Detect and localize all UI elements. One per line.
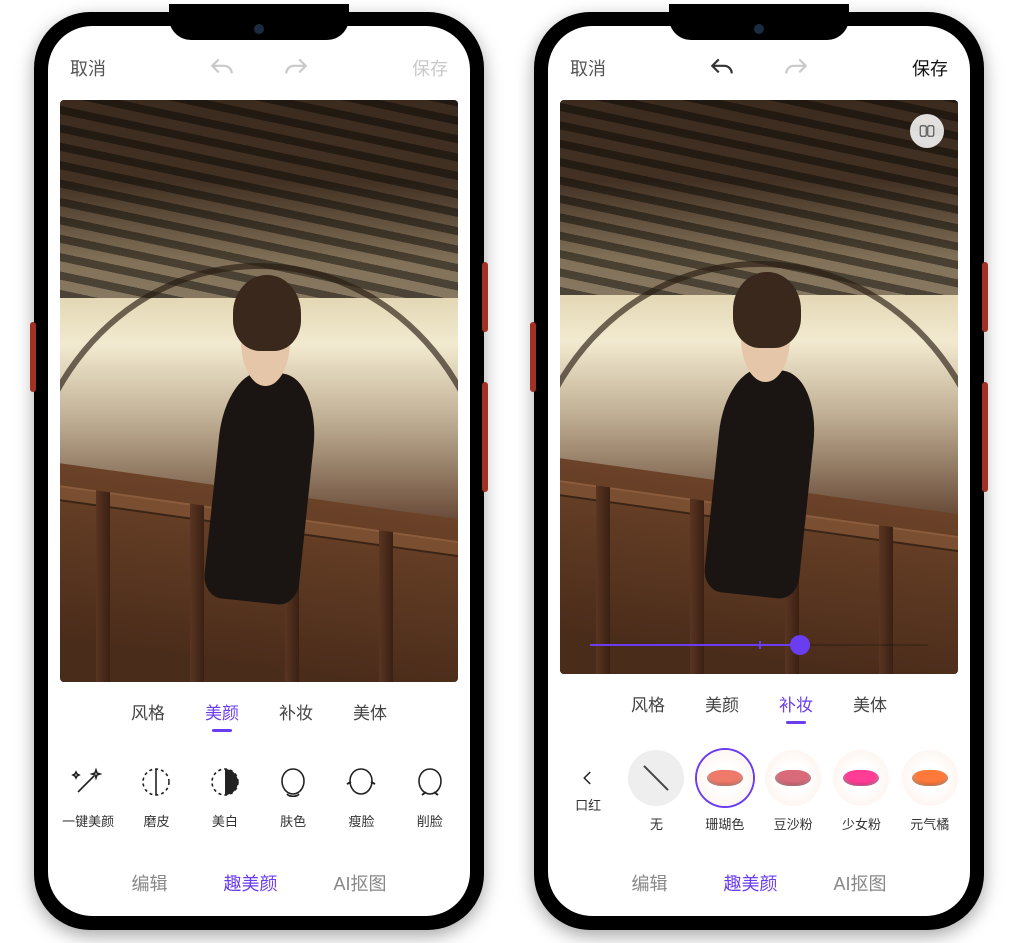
beauty-subtabs: 风格 美颜 补妆 美体 bbox=[48, 682, 470, 740]
bottom-tabs: 编辑 趣美颜 AI抠图 bbox=[548, 850, 970, 916]
lip-swatch-icon bbox=[697, 750, 753, 806]
undo-icon[interactable] bbox=[209, 55, 235, 81]
tool-label: 美白 bbox=[212, 811, 238, 830]
bottom-tab-ai-cutout[interactable]: AI抠图 bbox=[333, 870, 386, 896]
bottom-tabs: 编辑 趣美颜 AI抠图 bbox=[48, 850, 470, 916]
phone-notch bbox=[169, 4, 349, 40]
redo-icon[interactable] bbox=[283, 55, 309, 81]
lipstick-label: 无 bbox=[650, 814, 663, 833]
screen-left: 取消 保存 风格 美颜 补妆 美体 bbox=[48, 26, 470, 916]
lipstick-bean[interactable]: 豆沙粉 bbox=[759, 750, 827, 833]
jaw-icon bbox=[409, 761, 451, 803]
lipstick-girl-pink[interactable]: 少女粉 bbox=[827, 750, 895, 833]
photo-preview[interactable] bbox=[60, 100, 458, 682]
whiten-icon bbox=[204, 761, 246, 803]
lipstick-orange[interactable]: 元气橘 bbox=[896, 750, 964, 833]
tool-label: 削脸 bbox=[417, 811, 443, 830]
lip-swatch-icon bbox=[765, 750, 821, 806]
phone-notch bbox=[669, 4, 849, 40]
smooth-icon bbox=[135, 761, 177, 803]
lipstick-label: 豆沙粉 bbox=[774, 814, 813, 833]
undo-icon[interactable] bbox=[709, 55, 735, 81]
cancel-button[interactable]: 取消 bbox=[70, 55, 106, 81]
tool-skin-tone[interactable]: 肤色 bbox=[259, 761, 327, 830]
power-button bbox=[982, 262, 988, 332]
lipstick-coral[interactable]: 珊瑚色 bbox=[691, 750, 759, 833]
bottom-tab-ai-cutout[interactable]: AI抠图 bbox=[833, 870, 886, 896]
tool-label: 磨皮 bbox=[143, 811, 169, 830]
undo-redo-group bbox=[709, 55, 809, 81]
subtab-body[interactable]: 美体 bbox=[853, 691, 887, 716]
cancel-button[interactable]: 取消 bbox=[570, 55, 606, 81]
lipstick-back[interactable]: 口红 bbox=[554, 769, 622, 814]
bottom-tab-edit[interactable]: 编辑 bbox=[131, 870, 167, 896]
slider-track bbox=[590, 644, 928, 646]
volume-button bbox=[482, 382, 488, 492]
save-button[interactable]: 保存 bbox=[912, 55, 948, 81]
save-button[interactable]: 保存 bbox=[412, 55, 448, 81]
screen-right: 取消 保存 bbox=[548, 26, 970, 916]
tool-slim-face[interactable]: 瘦脸 bbox=[327, 761, 395, 830]
lip-swatch-icon bbox=[833, 750, 889, 806]
photo-preview[interactable] bbox=[560, 100, 958, 674]
tool-label: 一键美颜 bbox=[62, 811, 114, 830]
subtab-body[interactable]: 美体 bbox=[353, 699, 387, 724]
magic-wand-icon bbox=[67, 761, 109, 803]
subtab-beauty[interactable]: 美颜 bbox=[205, 699, 239, 724]
subtab-style[interactable]: 风格 bbox=[131, 699, 165, 724]
beauty-subtabs: 风格 美颜 补妆 美体 bbox=[548, 674, 970, 732]
subtab-beauty[interactable]: 美颜 bbox=[705, 691, 739, 716]
skin-tone-icon bbox=[272, 761, 314, 803]
tool-whiten[interactable]: 美白 bbox=[191, 761, 259, 830]
tool-jaw[interactable]: 削脸 bbox=[396, 761, 464, 830]
compare-icon bbox=[918, 122, 936, 140]
side-button bbox=[530, 322, 536, 392]
side-button bbox=[30, 322, 36, 392]
chevron-left-icon bbox=[567, 769, 609, 787]
lipstick-none[interactable]: 无 bbox=[622, 750, 690, 833]
back-category-label: 口红 bbox=[575, 795, 601, 814]
lip-swatch-icon bbox=[902, 750, 958, 806]
phone-mockup-left: 取消 保存 风格 美颜 补妆 美体 bbox=[34, 12, 484, 930]
intensity-slider[interactable] bbox=[560, 616, 958, 674]
redo-icon[interactable] bbox=[783, 55, 809, 81]
bottom-tab-beauty[interactable]: 趣美颜 bbox=[223, 870, 277, 896]
bottom-tab-beauty[interactable]: 趣美颜 bbox=[723, 870, 777, 896]
compare-toggle[interactable] bbox=[910, 114, 944, 148]
tool-label: 瘦脸 bbox=[348, 811, 374, 830]
subtab-makeup[interactable]: 补妆 bbox=[279, 699, 313, 724]
tool-auto-beauty[interactable]: 一键美颜 bbox=[54, 761, 122, 830]
lipstick-label: 珊瑚色 bbox=[705, 814, 744, 833]
lipstick-label: 元气橘 bbox=[910, 814, 949, 833]
subtab-style[interactable]: 风格 bbox=[631, 691, 665, 716]
phone-mockup-right: 取消 保存 bbox=[534, 12, 984, 930]
top-bar: 取消 保存 bbox=[548, 36, 970, 100]
subtab-makeup[interactable]: 补妆 bbox=[779, 691, 813, 716]
power-button bbox=[482, 262, 488, 332]
top-bar: 取消 保存 bbox=[48, 36, 470, 100]
tool-label: 肤色 bbox=[280, 811, 306, 830]
bottom-tab-edit[interactable]: 编辑 bbox=[631, 870, 667, 896]
none-icon bbox=[628, 750, 684, 806]
tool-smooth[interactable]: 磨皮 bbox=[122, 761, 190, 830]
undo-redo-group bbox=[209, 55, 309, 81]
lipstick-row: 口红 无 珊瑚色 豆沙粉 少女粉 bbox=[548, 732, 970, 850]
volume-button bbox=[982, 382, 988, 492]
slider-thumb[interactable] bbox=[790, 635, 810, 655]
slim-face-icon bbox=[340, 761, 382, 803]
beauty-tool-row: 一键美颜 磨皮 美白 肤色 瘦脸 bbox=[48, 740, 470, 850]
lipstick-label: 少女粉 bbox=[842, 814, 881, 833]
